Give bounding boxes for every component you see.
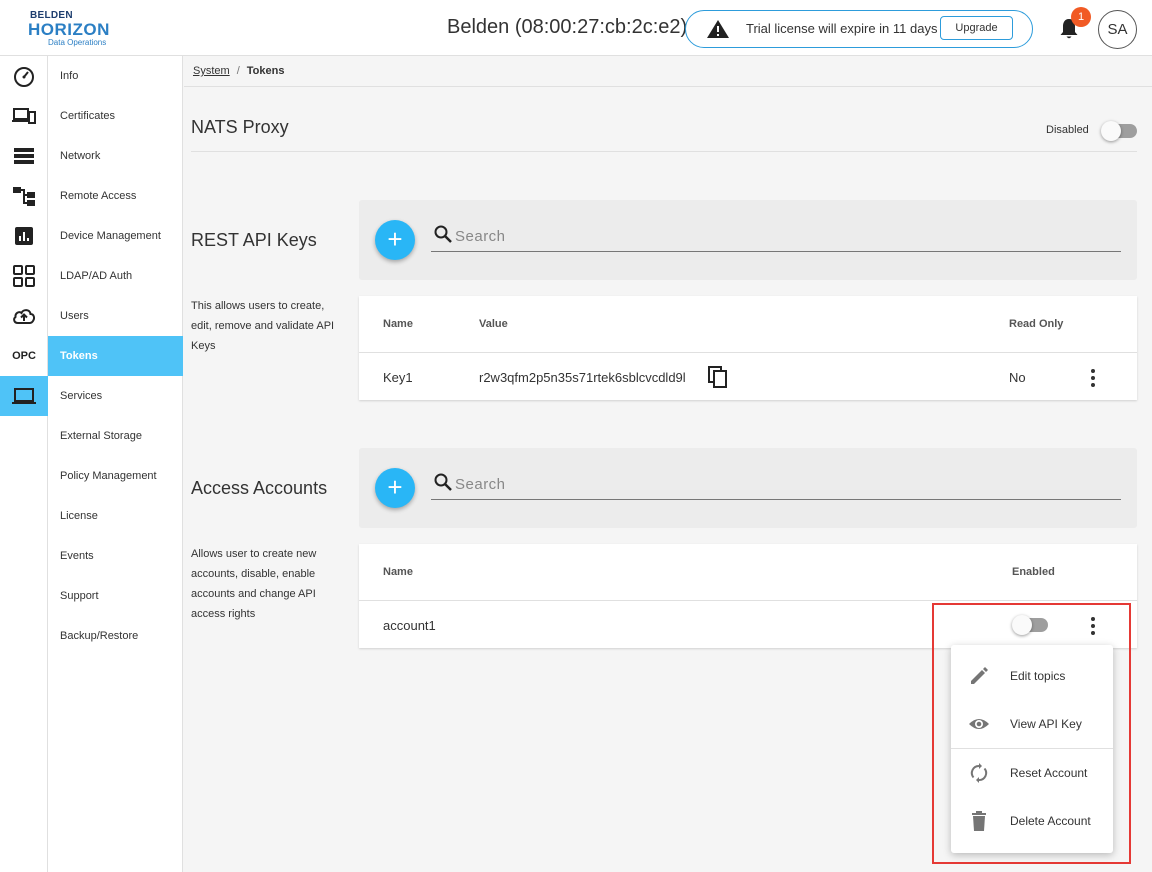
subnav-item-events[interactable]: Events [48, 536, 183, 576]
menu-item-delete-account[interactable]: Delete Account [951, 797, 1113, 845]
logo-sub-text: Data Operations [48, 38, 107, 47]
devices-icon [12, 108, 36, 124]
warning-icon [707, 20, 729, 38]
menu-item-label: Delete Account [1010, 814, 1091, 828]
subnav-item-ldap-ad-auth[interactable]: LDAP/AD Auth [48, 256, 183, 296]
access-accounts-description: Allows user to create new accounts, disa… [191, 548, 317, 620]
icon-rail: OPC [0, 56, 48, 872]
nats-proxy-status: Disabled [1046, 124, 1089, 136]
license-text: Trial license will expire in 11 days [746, 21, 938, 36]
rail-cloud[interactable] [0, 296, 48, 336]
rest-api-search-input[interactable] [455, 228, 1055, 245]
add-account-button[interactable]: + [375, 468, 415, 508]
device-title: Belden (08:00:27:cb:2c:e2) [447, 16, 688, 38]
rest-api-search [431, 222, 1121, 252]
license-banner: Trial license will expire in 11 days Upg… [685, 10, 1033, 48]
trash-icon [972, 811, 986, 831]
rail-hierarchy[interactable] [0, 176, 48, 216]
breadcrumb-current: Tokens [246, 65, 285, 77]
subnav-item-services[interactable]: Services [48, 376, 183, 416]
cloud-upload-icon [13, 309, 36, 324]
list-icon [14, 148, 34, 164]
access-accounts-search [431, 470, 1121, 500]
system-subnav: Info Certificates Network Remote Access … [48, 56, 183, 872]
rail-opc[interactable]: OPC [0, 336, 48, 376]
search-icon [434, 225, 452, 243]
breadcrumb-system-link[interactable]: System [193, 65, 230, 77]
toggle-knob [1101, 121, 1121, 141]
logo-main-text: HORIZON [28, 20, 110, 39]
rail-analytics[interactable] [0, 216, 48, 256]
nats-proxy-toggle[interactable] [1101, 121, 1137, 141]
notification-badge[interactable]: 1 [1071, 7, 1091, 27]
avatar[interactable]: SA [1098, 10, 1137, 49]
rest-api-keys-description: This allows users to create, edit, remov… [191, 300, 335, 352]
opc-label: OPC [12, 350, 36, 362]
breadcrumb-separator: / [236, 65, 240, 77]
access-accounts-search-input[interactable] [455, 476, 1055, 493]
subnav-item-external-storage[interactable]: External Storage [48, 416, 183, 456]
api-key-name: Key1 [383, 370, 413, 385]
nats-divider [191, 151, 1137, 152]
dashboard-icon [14, 67, 34, 87]
account-name: account1 [383, 618, 436, 633]
laptop-icon [12, 388, 36, 404]
subnav-item-network[interactable]: Network [48, 136, 183, 176]
top-bar: BELDEN HORIZON Data Operations Belden (0… [0, 0, 1152, 56]
rest-api-keys-title: REST API Keys [191, 230, 317, 250]
menu-item-label: Edit topics [1010, 669, 1066, 683]
access-accounts-title: Access Accounts [191, 478, 328, 498]
account-context-menu: Edit topics View API Key Reset Account D… [951, 645, 1113, 853]
pencil-icon [971, 667, 988, 684]
api-key-read-only: No [1009, 370, 1026, 385]
upgrade-button[interactable]: Upgrade [940, 16, 1013, 40]
menu-item-label: Reset Account [1010, 766, 1088, 780]
more-vert-icon[interactable] [1090, 369, 1096, 387]
table-header-divider [359, 352, 1137, 353]
column-header-name[interactable]: Name [383, 318, 413, 330]
subnav-item-certificates[interactable]: Certificates [48, 96, 183, 136]
subnav-item-license[interactable]: License [48, 496, 183, 536]
subnav-item-device-management[interactable]: Device Management [48, 216, 183, 256]
search-icon [434, 473, 452, 491]
rest-api-keys-table: Name Value Read Only Key1 r2w3qfm2p5n35s… [359, 296, 1137, 400]
rail-system[interactable] [0, 376, 48, 416]
analytics-icon [15, 227, 33, 245]
add-api-key-button[interactable]: + [375, 220, 415, 260]
column-header-enabled[interactable]: Enabled [1012, 566, 1055, 578]
nats-proxy-title: NATS Proxy [191, 117, 289, 137]
menu-item-label: View API Key [1010, 717, 1082, 731]
rest-api-toolbar: + [359, 200, 1137, 280]
sync-icon [970, 763, 988, 783]
rail-list[interactable] [0, 136, 48, 176]
apps-icon [13, 265, 35, 287]
menu-item-reset-account[interactable]: Reset Account [951, 749, 1113, 797]
access-accounts-toolbar: + [359, 448, 1137, 528]
subnav-item-info[interactable]: Info [48, 56, 183, 96]
column-header-name[interactable]: Name [383, 566, 413, 578]
menu-item-view-api-key[interactable]: View API Key [951, 700, 1113, 748]
breadcrumb: System / Tokens [193, 65, 284, 77]
eye-icon [969, 719, 989, 729]
rail-devices[interactable] [0, 96, 48, 136]
rail-dashboard[interactable] [0, 56, 48, 96]
menu-item-edit-topics[interactable]: Edit topics [951, 652, 1113, 700]
subnav-item-users[interactable]: Users [48, 296, 183, 336]
breadcrumb-divider [184, 86, 1152, 87]
subnav-item-remote-access[interactable]: Remote Access [48, 176, 183, 216]
belden-horizon-logo[interactable]: BELDEN HORIZON Data Operations [28, 10, 118, 48]
hierarchy-icon [13, 187, 35, 206]
subnav-item-policy-management[interactable]: Policy Management [48, 456, 183, 496]
subnav-item-support[interactable]: Support [48, 576, 183, 616]
rail-apps[interactable] [0, 256, 48, 296]
column-header-read-only[interactable]: Read Only [1009, 318, 1063, 330]
table-header-divider [359, 600, 1137, 601]
subnav-item-backup-restore[interactable]: Backup/Restore [48, 616, 183, 656]
column-header-value[interactable]: Value [479, 318, 508, 330]
subnav-item-tokens[interactable]: Tokens [48, 336, 183, 376]
api-key-value: r2w3qfm2p5n35s71rtek6sblcvcdld9l [479, 370, 686, 385]
copy-icon[interactable] [707, 366, 729, 388]
